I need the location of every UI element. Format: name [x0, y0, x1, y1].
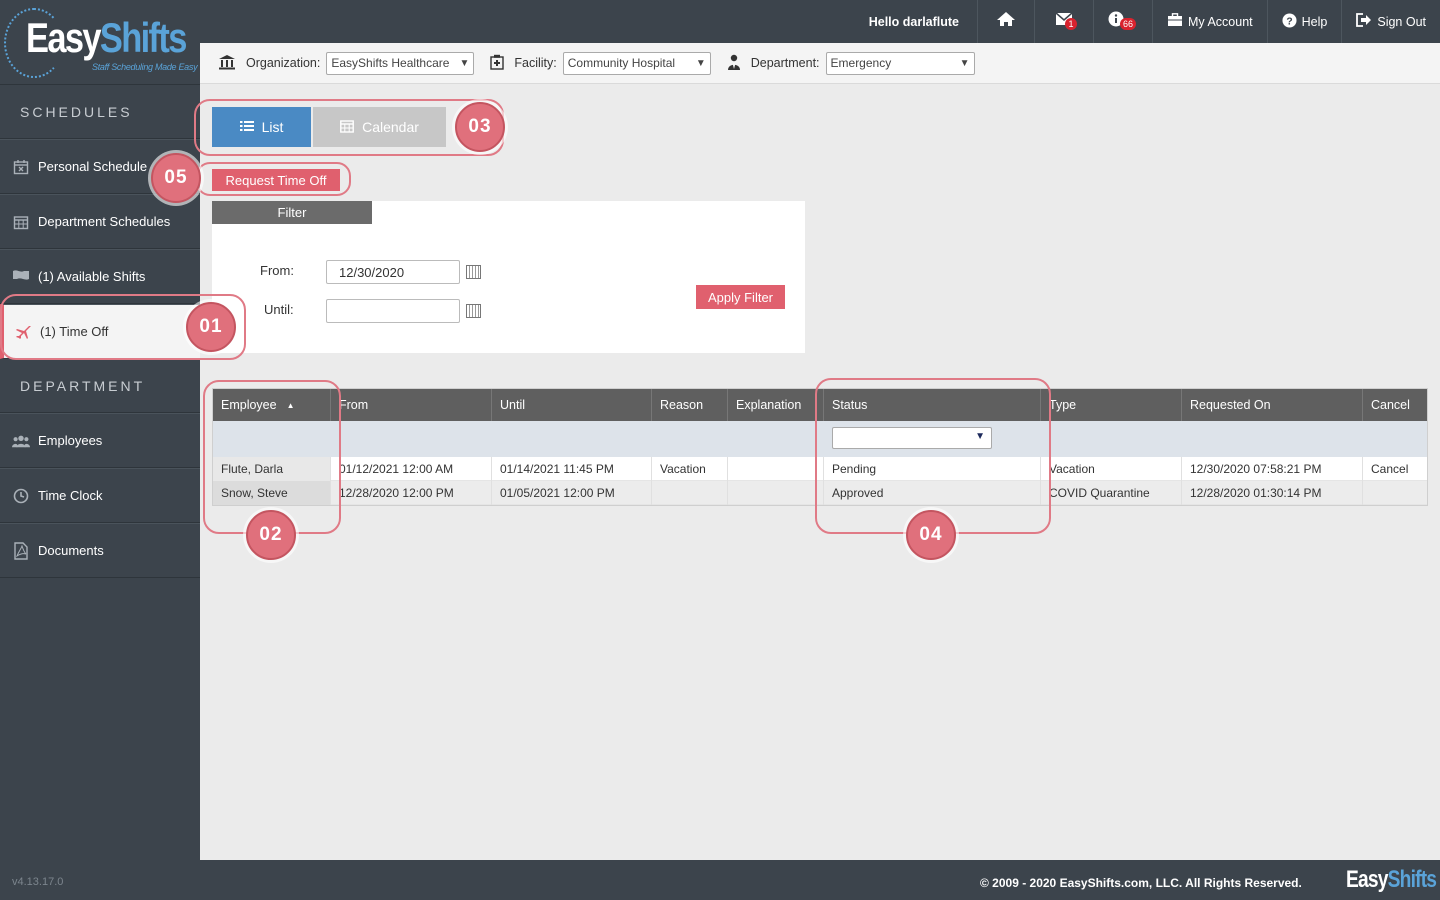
cell-from: 12/28/2020 12:00 PM	[331, 481, 492, 505]
department-value: Emergency	[830, 56, 892, 70]
until-date-input[interactable]	[326, 299, 460, 323]
cell-reason	[652, 481, 728, 505]
column-header-from[interactable]: From	[331, 389, 492, 421]
copyright-text: © 2009 - 2020 EasyShifts.com, LLC. All R…	[980, 876, 1302, 890]
bank-icon	[218, 54, 236, 73]
filter-panel: Filter From: 12/30/2020 Until: Apply Fil…	[212, 201, 805, 353]
cell-cancel	[1363, 481, 1427, 505]
home-icon	[996, 11, 1016, 32]
logo-word-shifts: Shifts	[99, 14, 187, 61]
organization-bar: Organization: EasyShifts Healthcare ▼ Fa…	[200, 43, 1440, 84]
calendar-grid-icon	[12, 213, 30, 231]
cell-requested-on: 12/30/2020 07:58:21 PM	[1182, 457, 1363, 481]
sign-out-button[interactable]: Sign Out	[1341, 0, 1440, 43]
sidebar-item-label: Personal Schedule	[38, 159, 148, 174]
calendar-picker-icon[interactable]	[466, 265, 481, 279]
user-tie-icon	[727, 54, 741, 73]
facility-label: Facility:	[514, 56, 557, 70]
sidebar-item-documents[interactable]: Documents	[0, 523, 200, 578]
department-select[interactable]: Emergency ▼	[825, 51, 975, 75]
sidebar-item-time-clock[interactable]: Time Clock	[0, 468, 200, 523]
flag-icon	[12, 268, 30, 286]
cell-from: 01/12/2021 12:00 AM	[331, 457, 492, 481]
chevron-down-icon: ▼	[695, 57, 706, 69]
organization-select[interactable]: EasyShifts Healthcare ▼	[326, 51, 475, 75]
footer-logo: EasyShifts	[1346, 866, 1437, 894]
annotation-box-05	[196, 162, 351, 196]
footer: © 2009 - 2020 EasyShifts.com, LLC. All R…	[200, 860, 1440, 900]
apply-filter-button[interactable]: Apply Filter	[696, 285, 785, 309]
cancel-request-link[interactable]: Cancel	[1371, 462, 1408, 476]
app-version: v4.13.17.0	[12, 876, 64, 888]
briefcase-icon	[1167, 13, 1183, 30]
facility-value: Community Hospital	[567, 56, 676, 70]
messages-badge: 1	[1065, 18, 1078, 30]
sidebar-item-employees[interactable]: Employees	[0, 413, 200, 468]
organization-label: Organization:	[246, 56, 321, 70]
messages-button[interactable]: 1	[1034, 0, 1093, 43]
column-header-type[interactable]: Type	[1041, 389, 1182, 421]
section-schedules: SCHEDULES	[0, 85, 200, 139]
cell-until: 01/05/2021 12:00 PM	[492, 481, 652, 505]
cell-requested-on: 12/28/2020 01:30:14 PM	[1182, 481, 1363, 505]
facility-select[interactable]: Community Hospital ▼	[562, 51, 711, 75]
notifications-button[interactable]: 66	[1093, 0, 1152, 43]
app-logo[interactable]: EasyShifts Staff Scheduling Made Easy	[0, 0, 200, 85]
home-button[interactable]	[977, 0, 1034, 43]
annotation-marker-05: 05	[151, 153, 201, 203]
calendar-picker-icon[interactable]	[466, 304, 481, 318]
svg-text:?: ?	[1286, 16, 1292, 27]
notifications-badge: 66	[1120, 18, 1137, 30]
sidebar-item-label: (1) Available Shifts	[38, 269, 146, 284]
cell-cancel: Cancel	[1363, 457, 1427, 481]
cell-type: COVID Quarantine	[1041, 481, 1182, 505]
organization-value: EasyShifts Healthcare	[331, 56, 450, 70]
chevron-down-icon: ▼	[459, 57, 470, 69]
chevron-down-icon: ▼	[959, 57, 970, 69]
filter-header: Filter	[212, 201, 372, 224]
cell-explanation	[728, 457, 824, 481]
cell-explanation	[728, 481, 824, 505]
from-date-input[interactable]: 12/30/2020	[326, 260, 460, 284]
cell-reason: Vacation	[652, 457, 728, 481]
help-label: Help	[1301, 14, 1328, 29]
annotation-marker-04: 04	[906, 510, 956, 560]
until-label: Until:	[264, 302, 294, 317]
calendar-x-icon	[12, 158, 30, 176]
help-button[interactable]: ? Help	[1266, 0, 1342, 43]
annotation-marker-03: 03	[455, 102, 505, 152]
hospital-icon	[490, 54, 505, 73]
clock-icon	[12, 487, 30, 505]
column-header-cancel[interactable]: Cancel	[1363, 389, 1427, 421]
sidebar: EasyShifts Staff Scheduling Made Easy SC…	[0, 0, 200, 900]
annotation-marker-01: 01	[186, 302, 236, 352]
cell-type: Vacation	[1041, 457, 1182, 481]
from-label: From:	[260, 263, 294, 278]
column-header-reason[interactable]: Reason	[652, 389, 728, 421]
department-label: Department:	[750, 56, 820, 70]
annotation-marker-02: 02	[246, 510, 296, 560]
column-header-until[interactable]: Until	[492, 389, 652, 421]
column-header-explanation[interactable]: Explanation	[728, 389, 824, 421]
logo-tagline: Staff Scheduling Made Easy	[92, 62, 198, 72]
sidebar-item-label: Employees	[38, 433, 103, 448]
sign-out-icon	[1356, 13, 1372, 30]
pdf-document-icon	[12, 541, 30, 560]
my-account-button[interactable]: My Account	[1152, 0, 1267, 43]
help-icon: ?	[1282, 12, 1297, 31]
sidebar-item-label: Time Clock	[38, 488, 103, 503]
section-department: DEPARTMENT	[0, 359, 200, 413]
users-icon	[12, 432, 30, 450]
my-account-label: My Account	[1188, 14, 1253, 29]
sidebar-item-label: Department Schedules	[38, 214, 171, 229]
column-header-requested-on[interactable]: Requested On	[1182, 389, 1363, 421]
footer-logo-shifts: Shifts	[1387, 866, 1437, 893]
logo-word-easy: Easy	[26, 14, 102, 61]
sign-out-label: Sign Out	[1377, 14, 1426, 29]
sidebar-item-label: Documents	[38, 543, 104, 558]
cell-until: 01/14/2021 11:45 PM	[492, 457, 652, 481]
footer-logo-easy: Easy	[1346, 866, 1388, 893]
top-bar: Hello darlaflute 1 66 My Account ? Help …	[200, 0, 1440, 43]
user-greeting: Hello darlaflute	[868, 14, 960, 29]
